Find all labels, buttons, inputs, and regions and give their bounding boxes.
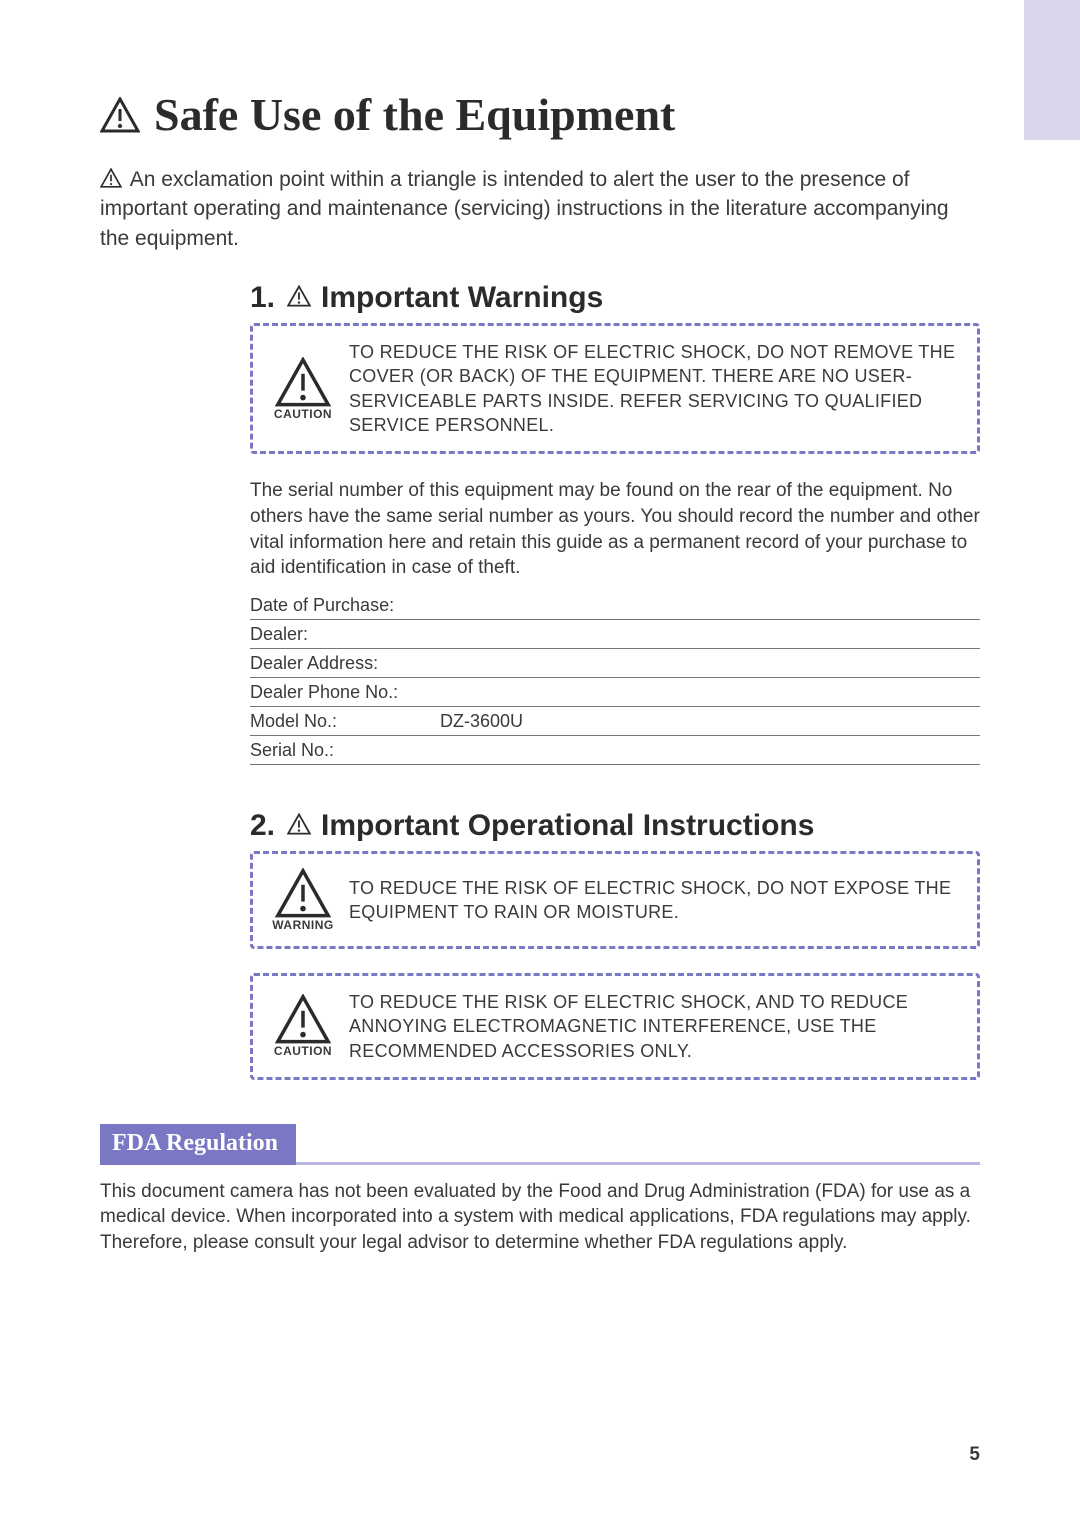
- record-value: [430, 735, 980, 764]
- heading-underline: [296, 1124, 980, 1165]
- warning-icon-column: WARNING: [271, 868, 335, 932]
- warning-triangle-icon: [287, 813, 311, 835]
- warning-triangle-icon: [100, 97, 140, 133]
- record-value: [430, 648, 980, 677]
- page-content: Safe Use of the Equipment An exclamation…: [0, 0, 1080, 1316]
- intro-paragraph: An exclamation point within a triangle i…: [100, 165, 980, 253]
- table-row: Dealer Phone No.:: [250, 677, 980, 706]
- record-value: DZ-3600U: [430, 706, 980, 735]
- record-label: Dealer:: [250, 619, 430, 648]
- section-1-heading: 1. Important Warnings: [250, 281, 980, 315]
- warning-triangle-icon: [275, 868, 331, 916]
- caution-icon-column: CAUTION: [271, 994, 335, 1058]
- record-table: Date of Purchase: Dealer: Dealer Address…: [250, 591, 980, 765]
- record-value: [430, 591, 980, 620]
- table-row: Model No.:DZ-3600U: [250, 706, 980, 735]
- fda-paragraph: This document camera has not been evalua…: [100, 1179, 980, 1256]
- caution-box-1: CAUTION TO REDUCE THE RISK OF ELECTRIC S…: [250, 323, 980, 454]
- section-2-heading: 2. Important Operational Instructions: [250, 809, 980, 843]
- record-label: Model No.:: [250, 706, 430, 735]
- record-label: Serial No.:: [250, 735, 430, 764]
- fda-heading: FDA Regulation: [100, 1124, 296, 1165]
- record-label: Dealer Address:: [250, 648, 430, 677]
- table-row: Dealer Address:: [250, 648, 980, 677]
- table-row: Date of Purchase:: [250, 591, 980, 620]
- serial-number-paragraph: The serial number of this equipment may …: [250, 478, 980, 581]
- warning-triangle-icon: [275, 357, 331, 405]
- caution-label: CAUTION: [274, 407, 332, 421]
- page-title: Safe Use of the Equipment: [100, 88, 980, 141]
- intro-text: An exclamation point within a triangle i…: [100, 168, 949, 250]
- caution-label: CAUTION: [274, 1044, 332, 1058]
- section-2-title: Important Operational Instructions: [321, 809, 814, 843]
- table-row: Serial No.:: [250, 735, 980, 764]
- title-text: Safe Use of the Equipment: [154, 88, 675, 141]
- caution-icon-column: CAUTION: [271, 357, 335, 421]
- record-label: Date of Purchase:: [250, 591, 430, 620]
- fda-heading-bar: FDA Regulation: [100, 1124, 980, 1165]
- warning-text: TO REDUCE THE RISK OF ELECTRIC SHOCK, DO…: [349, 876, 959, 925]
- section-1-title: Important Warnings: [321, 281, 603, 315]
- warning-box: WARNING TO REDUCE THE RISK OF ELECTRIC S…: [250, 851, 980, 949]
- section-tab: [1024, 0, 1080, 140]
- caution-box-2: CAUTION TO REDUCE THE RISK OF ELECTRIC S…: [250, 973, 980, 1080]
- section-1-number: 1.: [250, 281, 275, 315]
- warning-triangle-icon: [287, 285, 311, 307]
- record-label: Dealer Phone No.:: [250, 677, 430, 706]
- page-number: 5: [969, 1444, 980, 1466]
- table-row: Dealer:: [250, 619, 980, 648]
- warning-label: WARNING: [272, 918, 334, 932]
- record-value: [430, 619, 980, 648]
- warning-triangle-icon: [100, 168, 122, 188]
- warning-triangle-icon: [275, 994, 331, 1042]
- caution-text: TO REDUCE THE RISK OF ELECTRIC SHOCK, DO…: [349, 340, 959, 437]
- record-value: [430, 677, 980, 706]
- caution-text: TO REDUCE THE RISK OF ELECTRIC SHOCK, AN…: [349, 990, 959, 1063]
- section-2-number: 2.: [250, 809, 275, 843]
